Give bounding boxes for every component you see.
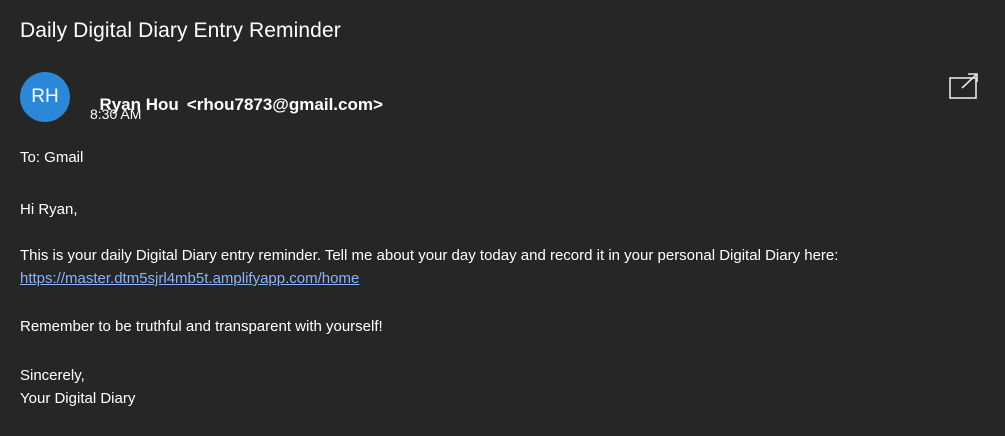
signoff-line-2: Your Digital Diary bbox=[20, 390, 136, 407]
body-paragraph-2: Remember to be truthful and transparent … bbox=[20, 318, 383, 335]
popout-button[interactable] bbox=[948, 72, 980, 102]
email-subject: Daily Digital Diary Entry Reminder bbox=[20, 19, 341, 42]
to-line: To: Gmail bbox=[20, 149, 84, 166]
popout-icon bbox=[949, 73, 978, 99]
avatar[interactable]: RH bbox=[20, 72, 70, 122]
sender-email[interactable]: <rhou7873@gmail.com> bbox=[187, 95, 383, 114]
paragraph-1-text: This is your daily Digital Diary entry r… bbox=[20, 247, 839, 264]
sent-time: 8:30 AM bbox=[90, 106, 142, 122]
diary-link[interactable]: https://master.dtm5sjrl4mb5t.amplifyapp.… bbox=[20, 270, 359, 287]
signoff: Sincerely, Your Digital Diary bbox=[20, 364, 135, 410]
greeting: Hi Ryan, bbox=[20, 201, 78, 218]
avatar-initials: RH bbox=[31, 86, 59, 107]
body-paragraph-1: This is your daily Digital Diary entry r… bbox=[20, 244, 980, 290]
signoff-line-1: Sincerely, bbox=[20, 367, 85, 384]
